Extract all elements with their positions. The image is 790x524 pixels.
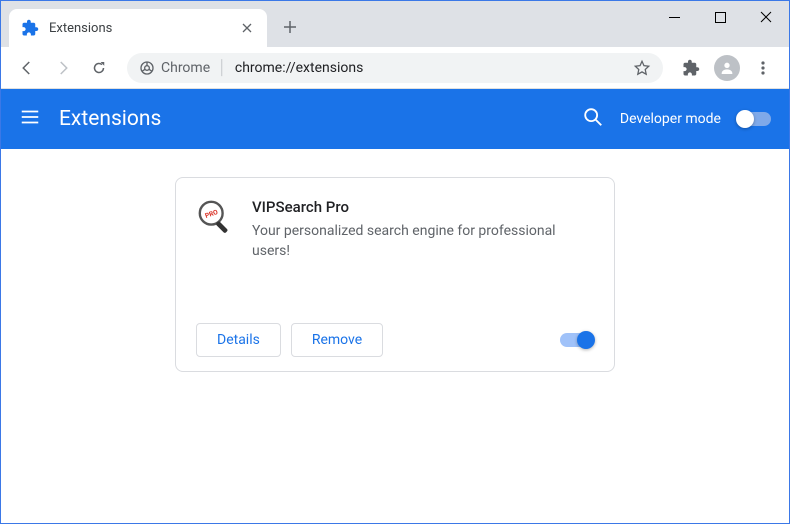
url-text: chrome://extensions xyxy=(235,60,363,76)
site-info[interactable]: Chrome xyxy=(139,60,210,76)
tab-extensions[interactable]: Extensions xyxy=(9,9,267,47)
profile-avatar[interactable] xyxy=(711,52,743,84)
search-icon[interactable] xyxy=(582,106,604,132)
site-label: Chrome xyxy=(161,60,210,76)
close-button[interactable] xyxy=(743,1,789,33)
extension-enable-toggle[interactable] xyxy=(560,333,594,347)
puzzle-icon xyxy=(21,19,39,37)
tab-title: Extensions xyxy=(49,21,112,36)
remove-button[interactable]: Remove xyxy=(291,323,383,357)
new-tab-button[interactable] xyxy=(275,12,305,42)
window-controls xyxy=(651,1,789,39)
extension-icon: PRO xyxy=(196,198,234,236)
toolbar: Chrome │ chrome://extensions xyxy=(1,47,789,89)
page-title: Extensions xyxy=(59,107,161,131)
extension-name: VIPSearch Pro xyxy=(252,198,594,216)
minimize-button[interactable] xyxy=(651,1,697,33)
extension-description: Your personalized search engine for prof… xyxy=(252,222,594,261)
browser-window: Extensions xyxy=(0,0,790,524)
reload-button[interactable] xyxy=(83,52,115,84)
omnibox-separator: │ xyxy=(218,59,227,76)
bookmark-star-icon[interactable] xyxy=(633,59,651,77)
extension-card: PRO VIPSearch Pro Your personalized sear… xyxy=(175,177,615,372)
developer-mode-label: Developer mode xyxy=(620,111,721,127)
omnibox[interactable]: Chrome │ chrome://extensions xyxy=(127,53,663,83)
titlebar: Extensions xyxy=(1,1,789,47)
chrome-icon xyxy=(139,60,155,76)
content-area: PRO VIPSearch Pro Your personalized sear… xyxy=(1,149,789,523)
developer-mode-toggle[interactable] xyxy=(737,112,771,126)
toggle-knob xyxy=(577,331,595,349)
tab-close-button[interactable] xyxy=(239,20,255,36)
details-button[interactable]: Details xyxy=(196,323,281,357)
maximize-button[interactable] xyxy=(697,1,743,33)
forward-button[interactable] xyxy=(47,52,79,84)
extensions-header: Extensions Developer mode xyxy=(1,89,789,149)
hamburger-menu-icon[interactable] xyxy=(19,106,41,132)
extensions-puzzle-icon[interactable] xyxy=(675,52,707,84)
toggle-knob xyxy=(736,110,754,128)
menu-button[interactable] xyxy=(747,52,779,84)
back-button[interactable] xyxy=(11,52,43,84)
